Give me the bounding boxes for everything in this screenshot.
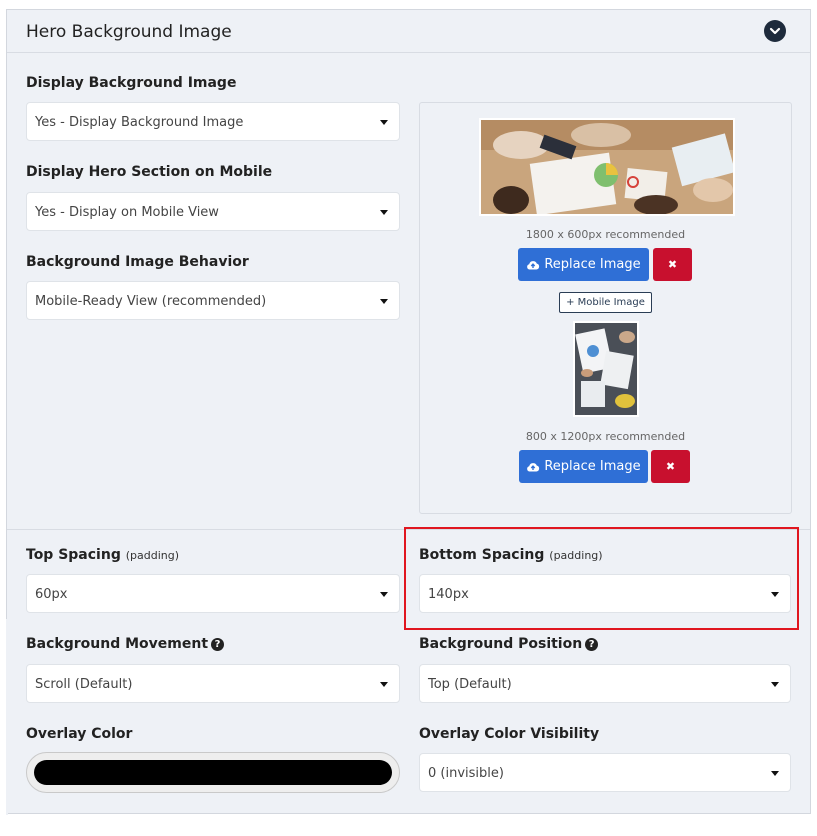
select-value: Yes - Display on Mobile View (35, 205, 219, 220)
background-position-label: Background Position? (419, 636, 599, 652)
caret-down-icon (771, 682, 779, 687)
remove-desktop-image-button[interactable]: ✖ (653, 248, 692, 281)
background-movement-label: Background Movement? (26, 636, 225, 652)
mobile-size-hint: 800 x 1200px recommended (525, 430, 686, 443)
select-value: Yes - Display Background Image (35, 115, 244, 130)
top-spacing-select[interactable]: 60px (26, 574, 400, 613)
mobile-image-preview (573, 321, 639, 417)
replace-image-label: Replace Image (544, 459, 641, 474)
display-background-image-label: Display Background Image (26, 75, 237, 91)
select-value: 140px (428, 587, 469, 602)
overlay-color-fill (34, 760, 392, 785)
question-circle-icon[interactable]: ? (211, 638, 225, 651)
top-spacing-label: Top Spacing (padding) (26, 547, 179, 563)
overlay-color-picker[interactable] (26, 752, 400, 793)
overlay-visibility-select[interactable]: 0 (invisible) (419, 753, 791, 792)
panel-header[interactable]: Hero Background Image (7, 10, 810, 53)
cloud-upload-icon (527, 260, 540, 269)
section-divider (7, 529, 810, 530)
image-upload-box: 1800 x 600px recommended Replace Image ✖… (419, 102, 792, 514)
hero-background-panel: Hero Background Image Display Background… (6, 9, 811, 815)
caret-down-icon (380, 592, 388, 597)
overlay-visibility-label: Overlay Color Visibility (419, 726, 600, 742)
select-value: Scroll (Default) (35, 677, 133, 692)
caret-down-icon (380, 299, 388, 304)
replace-image-label: Replace Image (544, 257, 641, 272)
remove-mobile-image-button[interactable]: ✖ (651, 450, 690, 483)
hero-image-preview (479, 118, 736, 216)
desktop-size-hint: 1800 x 600px recommended (525, 228, 686, 241)
panel-title: Hero Background Image (26, 22, 232, 42)
select-value: 60px (35, 587, 68, 602)
background-position-select[interactable]: Top (Default) (419, 664, 791, 703)
desktop-image-thumbnail (481, 120, 736, 216)
display-hero-mobile-select[interactable]: Yes - Display on Mobile View (26, 192, 400, 231)
caret-down-icon (380, 210, 388, 215)
background-image-behavior-select[interactable]: Mobile-Ready View (recommended) (26, 281, 400, 320)
display-hero-mobile-label: Display Hero Section on Mobile (26, 164, 273, 180)
close-icon: ✖ (665, 461, 676, 473)
add-mobile-image-button[interactable]: + Mobile Image (559, 292, 652, 313)
select-value: 0 (invisible) (428, 766, 504, 781)
replace-mobile-image-button[interactable]: Replace Image (519, 450, 648, 483)
select-value: Top (Default) (428, 677, 512, 692)
select-value: Mobile-Ready View (recommended) (35, 294, 267, 309)
caret-down-icon (771, 592, 779, 597)
close-icon: ✖ (667, 259, 678, 271)
caret-down-icon (380, 120, 388, 125)
background-movement-select[interactable]: Scroll (Default) (26, 664, 400, 703)
background-image-behavior-label: Background Image Behavior (26, 254, 249, 270)
panel-edge (6, 619, 8, 815)
replace-desktop-image-button[interactable]: Replace Image (518, 248, 649, 281)
bottom-spacing-select[interactable]: 140px (419, 574, 791, 613)
display-background-image-select[interactable]: Yes - Display Background Image (26, 102, 400, 141)
caret-down-icon (771, 771, 779, 776)
overlay-color-label: Overlay Color (26, 726, 133, 742)
caret-down-icon (380, 682, 388, 687)
mobile-image-thumbnail (575, 323, 637, 415)
chevron-down-icon[interactable] (764, 20, 786, 42)
cloud-upload-icon (527, 462, 540, 471)
add-mobile-image-label: + Mobile Image (566, 297, 645, 308)
bottom-spacing-label: Bottom Spacing (padding) (419, 547, 603, 563)
question-circle-icon[interactable]: ? (585, 638, 599, 651)
